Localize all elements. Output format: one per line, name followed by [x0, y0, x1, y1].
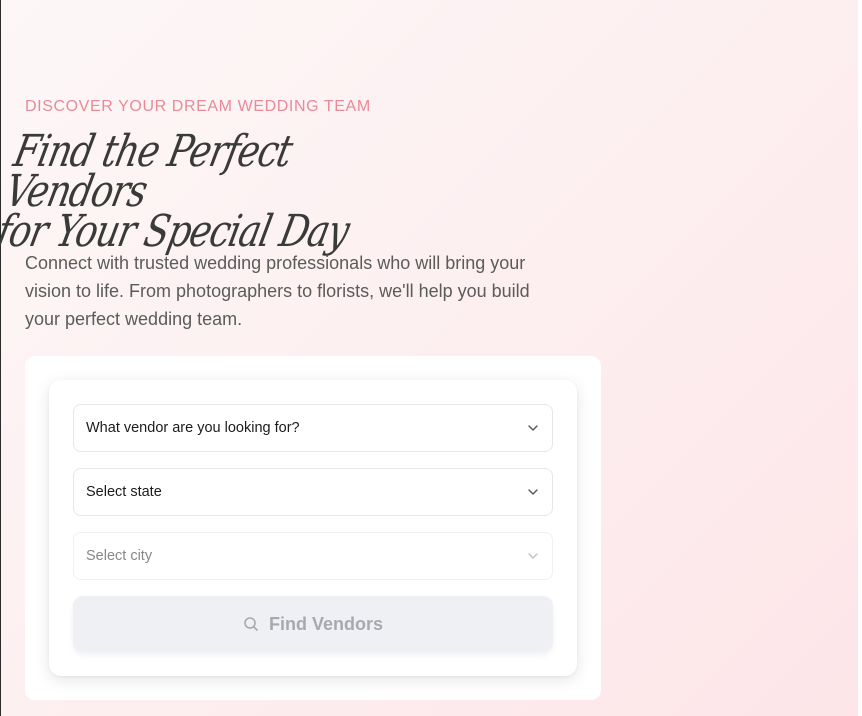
- state-select-value: Select state: [86, 484, 162, 500]
- hero-eyebrow: DISCOVER YOUR DREAM WEDDING TEAM: [25, 98, 371, 115]
- hero-headline-line-2: for Your Special Day: [0, 206, 354, 257]
- state-select[interactable]: Select state: [73, 468, 553, 516]
- chevron-down-icon: [526, 549, 540, 563]
- city-select[interactable]: Select city: [73, 532, 553, 580]
- find-vendors-button[interactable]: Find Vendors: [73, 596, 553, 652]
- hero-headline: Find the Perfect Vendors for Your Specia…: [0, 126, 396, 257]
- window-edge: [0, 0, 1, 716]
- city-select-value: Select city: [86, 548, 153, 564]
- hero-headline-line-1: Find the Perfect Vendors: [0, 126, 297, 217]
- search-card: What vendor are you looking for? Select …: [25, 356, 601, 700]
- chevron-down-icon: [526, 485, 540, 499]
- vendor-type-select[interactable]: What vendor are you looking for?: [73, 404, 553, 452]
- window-edge-right: [858, 0, 862, 716]
- chevron-down-icon: [526, 421, 540, 435]
- search-icon: [243, 616, 259, 632]
- search-form: What vendor are you looking for? Select …: [49, 380, 577, 676]
- find-vendors-button-label: Find Vendors: [268, 613, 383, 634]
- vendor-type-select-value: What vendor are you looking for?: [86, 420, 300, 436]
- hero-description: Connect with trusted wedding professiona…: [25, 253, 530, 329]
